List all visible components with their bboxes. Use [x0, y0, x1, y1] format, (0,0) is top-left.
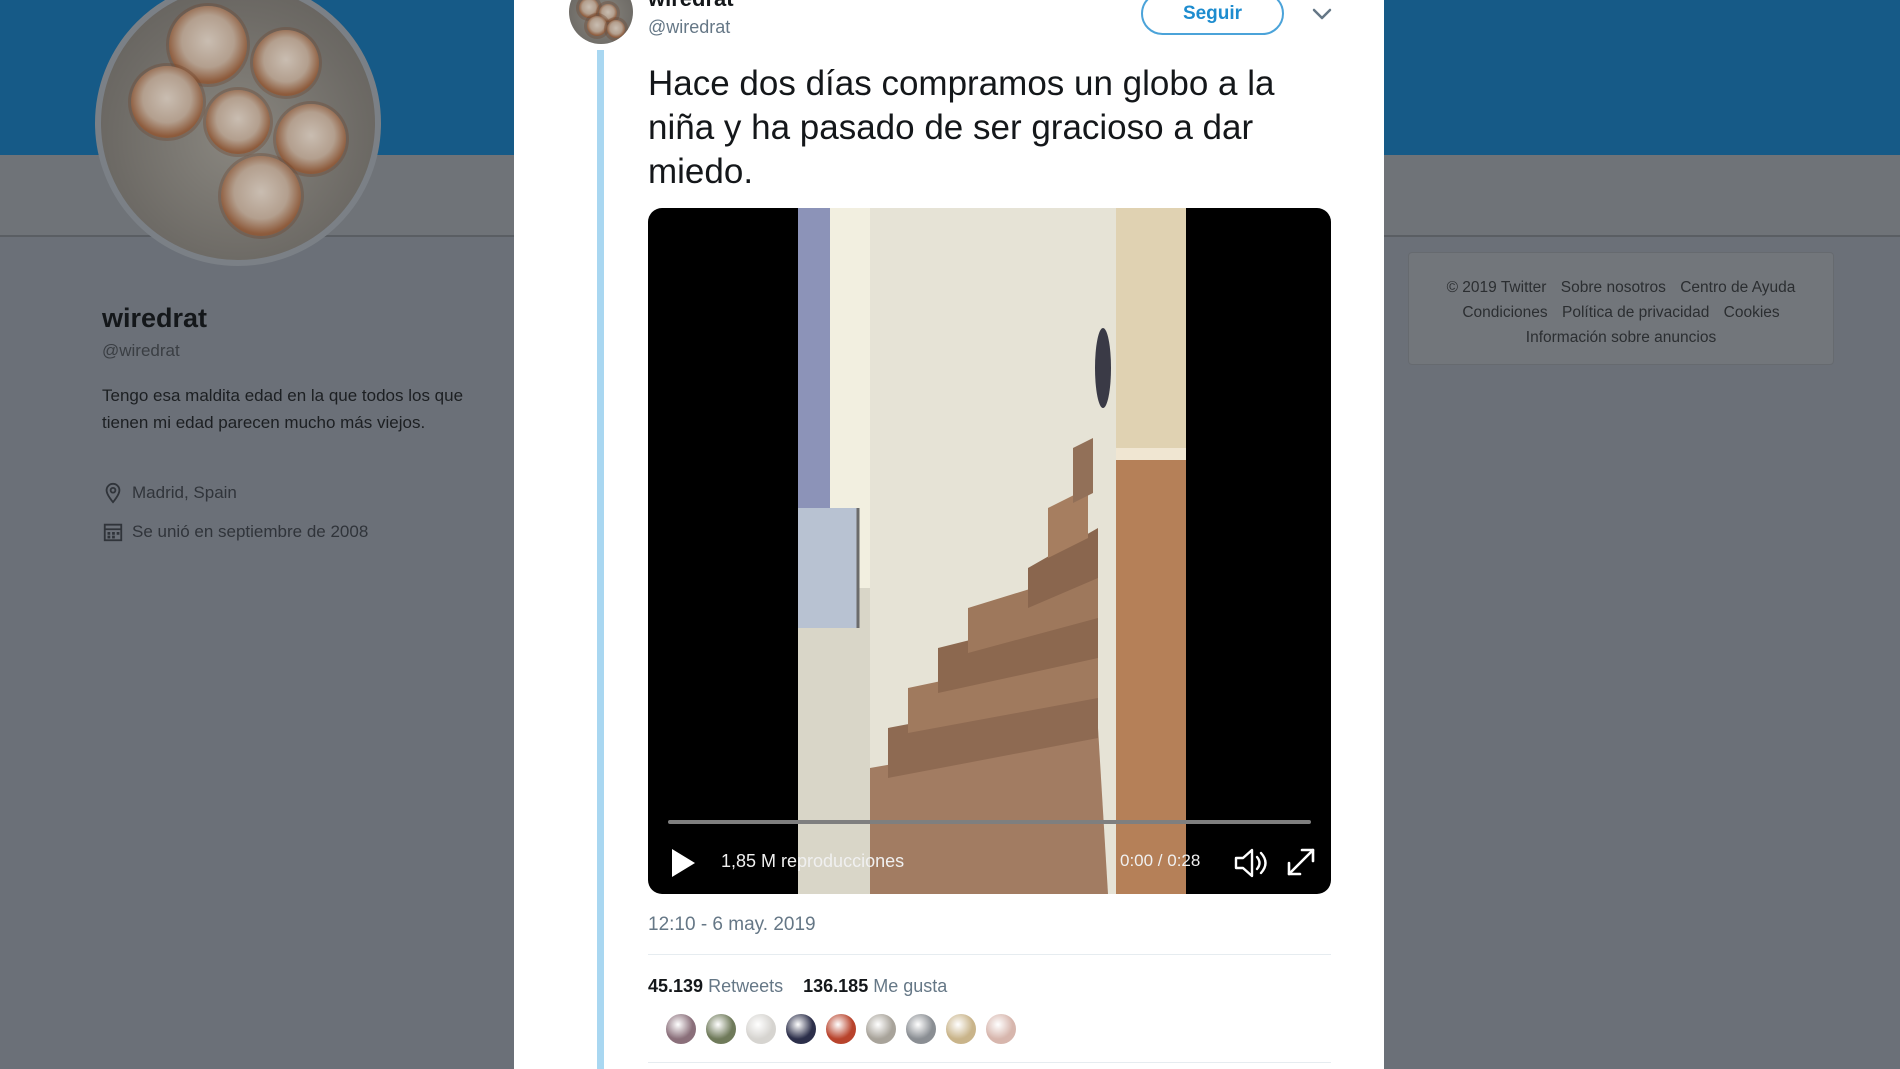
tweet-author-handle[interactable]: @wiredrat — [648, 17, 730, 38]
chevron-down-icon[interactable] — [1310, 4, 1334, 24]
video-view-count: 1,85 M reproducciones — [721, 851, 905, 871]
divider — [648, 954, 1331, 955]
divider — [648, 1062, 1331, 1063]
liker-avatar[interactable] — [984, 1012, 1018, 1046]
footer-copyright: © 2019 Twitter — [1446, 279, 1547, 296]
tweet-stats: 45.139 Retweets 136.185 Me gusta — [648, 976, 947, 997]
calendar-icon — [103, 523, 123, 542]
liker-avatar[interactable] — [664, 1012, 698, 1046]
tweet-timestamp[interactable]: 12:10 - 6 may. 2019 — [648, 914, 816, 936]
tweet-text: Hace dos días compramos un globo a la ni… — [648, 64, 1275, 191]
location-pin-icon — [105, 482, 121, 504]
liker-avatar[interactable] — [744, 1012, 778, 1046]
tweet-modal: wiredrat @wiredrat Seguir Hace dos días … — [514, 0, 1384, 1069]
profile-bio: Tengo esa maldita edad en la que todos l… — [102, 386, 464, 432]
footer-link-ads-info[interactable]: Información sobre anuncios — [1526, 329, 1716, 346]
video-player[interactable]: 1,85 M reproducciones 0:00 / 0:28 — [648, 208, 1331, 894]
tweet-author-name[interactable]: wiredrat — [648, 0, 734, 12]
thread-line — [597, 50, 604, 1069]
footer-link-terms[interactable]: Condiciones — [1462, 304, 1547, 321]
volume-icon[interactable] — [1233, 846, 1269, 880]
liker-avatars — [664, 1012, 1018, 1046]
footer-links-card: © 2019 Twitter Sobre nosotros Centro de … — [1408, 252, 1834, 365]
footer-link-privacy[interactable]: Política de privacidad — [1562, 304, 1709, 321]
liker-avatar[interactable] — [784, 1012, 818, 1046]
liker-avatar[interactable] — [904, 1012, 938, 1046]
profile-name[interactable]: wiredrat — [102, 303, 207, 334]
video-progress-bar[interactable] — [668, 820, 1311, 824]
retweet-count[interactable]: 45.139 — [648, 976, 703, 996]
tweet-author-avatar[interactable] — [569, 0, 633, 44]
footer-link-cookies[interactable]: Cookies — [1724, 304, 1780, 321]
play-icon[interactable] — [668, 846, 698, 880]
follow-button[interactable]: Seguir — [1141, 0, 1284, 35]
retweet-label[interactable]: Retweets — [708, 976, 783, 996]
liker-avatar[interactable] — [864, 1012, 898, 1046]
footer-link-help[interactable]: Centro de Ayuda — [1680, 279, 1795, 296]
video-timecode: 0:00 / 0:28 — [1120, 851, 1201, 870]
like-count[interactable]: 136.185 — [803, 976, 868, 996]
profile-handle[interactable]: @wiredrat — [102, 341, 180, 361]
liker-avatar[interactable] — [824, 1012, 858, 1046]
fullscreen-icon[interactable] — [1284, 845, 1318, 879]
location-text: Madrid, Spain — [132, 483, 237, 502]
video-frame — [798, 208, 1186, 894]
joined-text: Se unió en septiembre de 2008 — [132, 522, 369, 541]
profile-location: Madrid, Spain — [102, 482, 237, 504]
profile-joined: Se unió en septiembre de 2008 — [102, 521, 368, 543]
footer-link-about[interactable]: Sobre nosotros — [1561, 279, 1666, 296]
liker-avatar[interactable] — [944, 1012, 978, 1046]
like-label[interactable]: Me gusta — [873, 976, 947, 996]
liker-avatar[interactable] — [704, 1012, 738, 1046]
